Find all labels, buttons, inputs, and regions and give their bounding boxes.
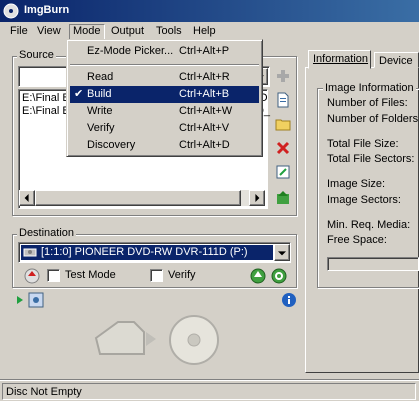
window-title: ImgBurn bbox=[24, 4, 70, 16]
info-total-file-sectors: Total File Sectors: bbox=[327, 153, 415, 165]
menu-item-discovery[interactable]: Discovery Ctrl+Alt+D bbox=[70, 137, 259, 154]
menu-file[interactable]: File bbox=[6, 24, 32, 40]
scroll-left-button[interactable] bbox=[19, 190, 35, 206]
menu-item-verify[interactable]: Verify Ctrl+Alt+V bbox=[70, 120, 259, 137]
image-information-fields: Number of Files: Number of Folders: Tota… bbox=[327, 97, 419, 267]
info-image-size: Image Size: bbox=[327, 178, 386, 190]
destination-group-label: Destination bbox=[17, 227, 77, 239]
info-number-of-files: Number of Files: bbox=[327, 97, 408, 109]
log-icon[interactable] bbox=[28, 292, 44, 308]
mode-menu: Ez-Mode Picker... Ctrl+Alt+P Read Ctrl+A… bbox=[66, 39, 263, 157]
export-icon[interactable] bbox=[275, 190, 291, 206]
arrow-right-icon bbox=[255, 194, 260, 202]
status-text: Disc Not Empty bbox=[2, 383, 416, 400]
tab-information[interactable]: Information bbox=[308, 50, 371, 69]
test-mode-label: Test Mode bbox=[65, 269, 116, 281]
test-mode-checkbox[interactable] bbox=[47, 269, 60, 282]
menu-item-build[interactable]: ✔ Build Ctrl+Alt+B bbox=[70, 86, 259, 103]
destination-drive-select[interactable]: [1:1:0] PIONEER DVD-RW DVR-111D (P:) bbox=[18, 242, 291, 263]
drive-dropdown-button[interactable] bbox=[274, 244, 290, 261]
info-total-file-size: Total File Size: bbox=[327, 138, 399, 150]
menu-view[interactable]: View bbox=[33, 24, 65, 40]
menu-tools[interactable]: Tools bbox=[152, 24, 186, 40]
build-start-button[interactable] bbox=[92, 308, 222, 368]
edit-icon[interactable] bbox=[275, 164, 291, 180]
eject-icon[interactable] bbox=[24, 268, 40, 284]
scrollbar-thumb[interactable] bbox=[35, 190, 241, 206]
menu-item-ez-mode-picker[interactable]: Ez-Mode Picker... Ctrl+Alt+P bbox=[70, 43, 259, 60]
menu-item-read[interactable]: Read Ctrl+Alt+R bbox=[70, 69, 259, 86]
menu-separator bbox=[70, 64, 259, 66]
play-small-icon[interactable] bbox=[16, 296, 24, 304]
info-number-of-folders: Number of Folders: bbox=[327, 113, 419, 125]
source-group-label: Source bbox=[17, 49, 56, 61]
drive-icon bbox=[23, 248, 37, 257]
drive-label: [1:1:0] PIONEER DVD-RW DVR-111D (P:) bbox=[41, 246, 248, 258]
menu-item-write[interactable]: Write Ctrl+Alt+W bbox=[70, 103, 259, 120]
speed-up-icon[interactable] bbox=[250, 268, 266, 284]
chevron-down-icon bbox=[278, 250, 286, 255]
add-icon[interactable] bbox=[275, 68, 291, 84]
title-bar[interactable]: ImgBurn bbox=[0, 0, 419, 22]
info-icon[interactable] bbox=[281, 292, 297, 308]
info-image-sectors: Image Sectors: bbox=[327, 194, 401, 206]
info-free-space: Free Space: bbox=[327, 234, 387, 246]
add-folder-icon[interactable] bbox=[275, 116, 291, 132]
arrow-left-icon bbox=[24, 194, 29, 202]
delete-icon[interactable] bbox=[275, 140, 291, 156]
image-information-label: Image Information bbox=[323, 82, 416, 94]
menu-help[interactable]: Help bbox=[189, 24, 220, 40]
verify-label: Verify bbox=[168, 269, 196, 281]
scroll-right-button[interactable] bbox=[249, 190, 265, 206]
check-icon: ✔ bbox=[74, 88, 84, 100]
tab-device[interactable]: Device bbox=[374, 52, 419, 68]
imgburn-app-icon[interactable] bbox=[3, 3, 19, 19]
menu-output[interactable]: Output bbox=[107, 24, 148, 40]
refresh-icon[interactable] bbox=[271, 268, 287, 284]
horizontal-scrollbar[interactable] bbox=[19, 190, 265, 206]
add-file-icon[interactable] bbox=[275, 92, 291, 108]
menu-mode[interactable]: Mode bbox=[69, 24, 105, 40]
info-min-req-media: Min. Req. Media: bbox=[327, 219, 411, 231]
status-bar: Disc Not Empty bbox=[0, 379, 419, 401]
free-space-bar bbox=[327, 257, 419, 271]
verify-checkbox[interactable] bbox=[150, 269, 163, 282]
